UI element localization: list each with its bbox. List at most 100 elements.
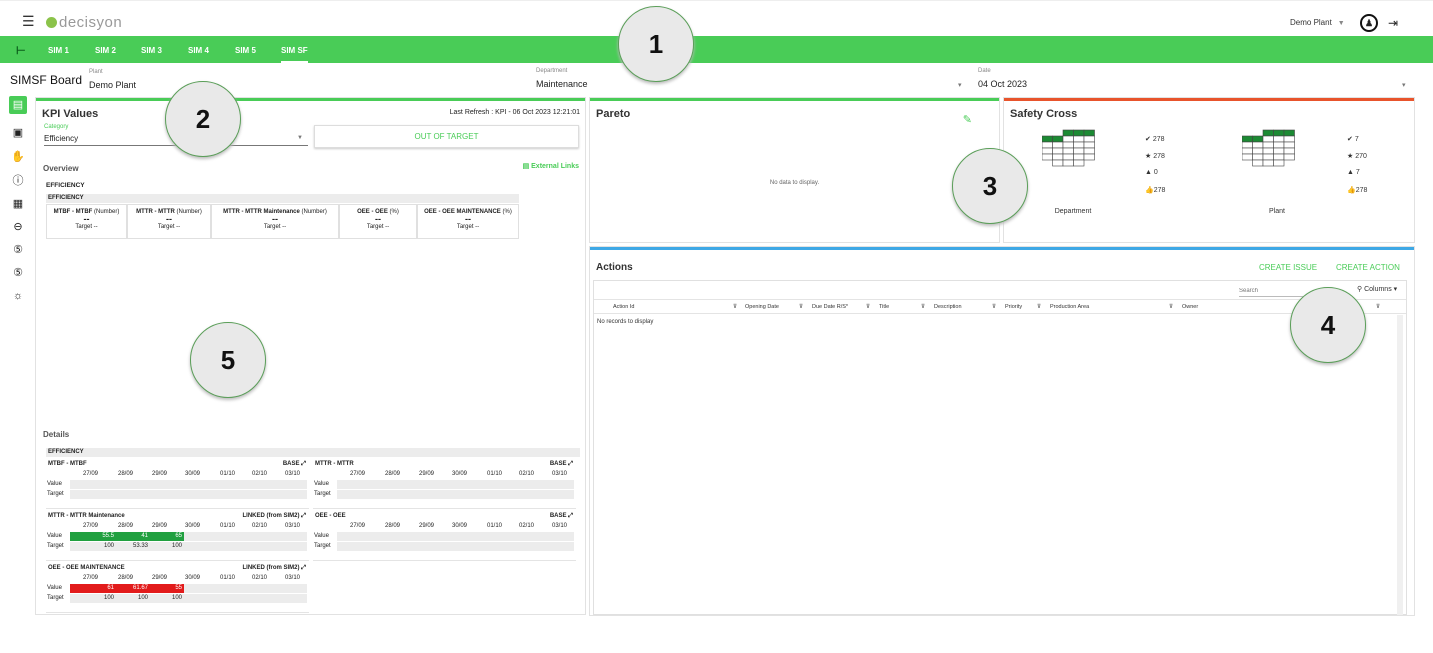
tab-sim3[interactable]: SIM 3 [141,46,162,55]
pareto-panel: Pareto ✎ No data to display. [589,97,1000,243]
day-cell [1262,159,1274,167]
date-label: 28/09 [384,471,400,477]
filter-icon[interactable]: ⊽ [1169,304,1173,310]
s-outline-icon[interactable]: ⑤ [11,266,25,280]
day-cell [1283,135,1295,143]
date-label: 30/09 [184,575,200,581]
detail-type: LINKED (from SIM2) ⤢ [242,565,306,571]
day-cell [1042,141,1053,149]
external-link-icon: ▤ [522,163,532,170]
hand-icon[interactable]: ✋ [11,150,25,164]
value-label: Value [314,481,329,487]
create-issue-button[interactable]: CREATE ISSUE [1259,263,1317,272]
kpi-box[interactable]: OEE - OEE (%) -- Target -- [339,204,417,239]
day-cell [1252,153,1264,161]
filter-icon[interactable]: ⊽ [799,304,803,310]
out-of-target-button[interactable]: OUT OF TARGET [314,125,579,148]
kpi-title: KPI Values [42,108,99,120]
panel-accent [36,98,585,101]
column-header[interactable]: Action Id [613,304,634,310]
day-cell [1062,153,1074,161]
menu-icon[interactable]: ☰ [22,13,35,30]
external-links-link[interactable]: ▤ External Links [523,162,579,170]
column-header[interactable]: Due Date R/S* [812,304,848,310]
value-cell: 61 [70,584,116,593]
idea-icon[interactable]: ☼ [11,289,25,303]
expand-icon[interactable]: ⤢ [301,461,306,467]
plant-field[interactable]: Demo Plant [89,80,136,90]
logout-icon[interactable]: ⇥ [1388,16,1398,30]
clipboard-icon[interactable]: ▣ [11,126,25,140]
link-icon[interactable]: ⊖ [11,220,25,234]
kpi-box[interactable]: MTTR - MTTR Maintenance (Number) -- Targ… [211,204,339,239]
chevron-down-icon[interactable]: ▾ [958,81,962,89]
kpi-box[interactable]: MTTR - MTTR (Number) -- Target -- [127,204,211,239]
tab-sim5[interactable]: SIM 5 [235,46,256,55]
info-icon[interactable]: ⓘ [11,174,25,188]
group-title: EFFICIENCY [46,182,85,189]
expand-icon[interactable]: ⤢ [301,513,306,519]
plant-selector[interactable]: Demo Plant ▼ [1290,18,1345,27]
kpi-box[interactable]: MTBF - MTBF (Number) -- Target -- [46,204,127,239]
department-select[interactable]: Maintenance [536,79,588,89]
s-icon[interactable]: ⑤ [11,243,25,257]
date-select[interactable]: 04 Oct 2023 [978,79,1027,89]
check-icon: ✔ [1347,136,1355,143]
day-cell [1252,147,1264,155]
value-label: Value [47,533,62,539]
expand-icon[interactable]: ⤢ [301,565,306,571]
thumbs-up-icon: 👍 [1347,187,1356,194]
day-cell [1052,147,1064,155]
detail-type: BASE ⤢ [282,461,306,467]
chevron-down-icon[interactable]: ▾ [1402,81,1406,89]
date-label: 28/09 [117,471,133,477]
column-header[interactable]: Production Area [1050,304,1089,310]
tab-simsf[interactable]: SIM SF [281,46,308,63]
column-header[interactable]: Opening Date [745,304,779,310]
target-label: Target [314,491,331,497]
filter-icon[interactable]: ⊽ [921,304,925,310]
target-cell: 100 [150,594,184,603]
scrollbar[interactable] [1397,315,1403,615]
expand-icon[interactable]: ⤢ [568,513,573,519]
day-cell [1283,147,1295,155]
board-title: SIMSF Board [10,73,83,87]
filter-icon[interactable]: ⊽ [1376,304,1380,310]
column-header[interactable]: Priority [1005,304,1022,310]
column-header[interactable]: Description [934,304,962,310]
logo-icon [46,17,57,28]
tree-icon[interactable]: ⊢ [16,44,26,57]
kpi-box[interactable]: OEE - OEE MAINTENANCE (%) -- Target -- [417,204,519,239]
date-label: 28/09 [117,575,133,581]
day-cell [1052,135,1064,143]
create-action-button[interactable]: CREATE ACTION [1336,263,1400,272]
day-cell [1252,159,1264,167]
user-icon[interactable]: ♟ [1360,14,1378,32]
date-label: 01/10 [219,471,235,477]
day-cell [1273,141,1285,149]
tab-sim4[interactable]: SIM 4 [188,46,209,55]
chevron-down-icon[interactable]: ▼ [297,135,303,141]
edit-icon[interactable]: ✎ [963,113,972,126]
date-label: 03/10 [551,471,567,477]
last-refresh: Last Refresh : KPI - 06 Oct 2023 12:21:0… [449,109,580,116]
column-header[interactable]: Title [879,304,889,310]
plant-label: Plant [89,69,103,75]
panel-accent [1004,98,1414,101]
date-label: 30/09 [184,523,200,529]
date-label: 29/09 [151,575,167,581]
callout-3: 3 [952,148,1028,224]
tab-sim1[interactable]: SIM 1 [48,46,69,55]
filter-icon[interactable]: ⊽ [992,304,996,310]
filter-icon[interactable]: ⊽ [866,304,870,310]
report-icon[interactable]: ▦ [11,197,25,211]
category-select[interactable]: Efficiency [44,134,78,143]
filter-icon[interactable]: ⊽ [733,304,737,310]
columns-button[interactable]: ⚲ Columns ▾ [1357,285,1397,293]
dashboard-icon[interactable]: ▤ [9,96,27,114]
search-input[interactable] [1239,286,1303,297]
expand-icon[interactable]: ⤢ [568,461,573,467]
filter-icon[interactable]: ⊽ [1037,304,1041,310]
tab-sim2[interactable]: SIM 2 [95,46,116,55]
column-header[interactable]: Owner [1182,304,1198,310]
